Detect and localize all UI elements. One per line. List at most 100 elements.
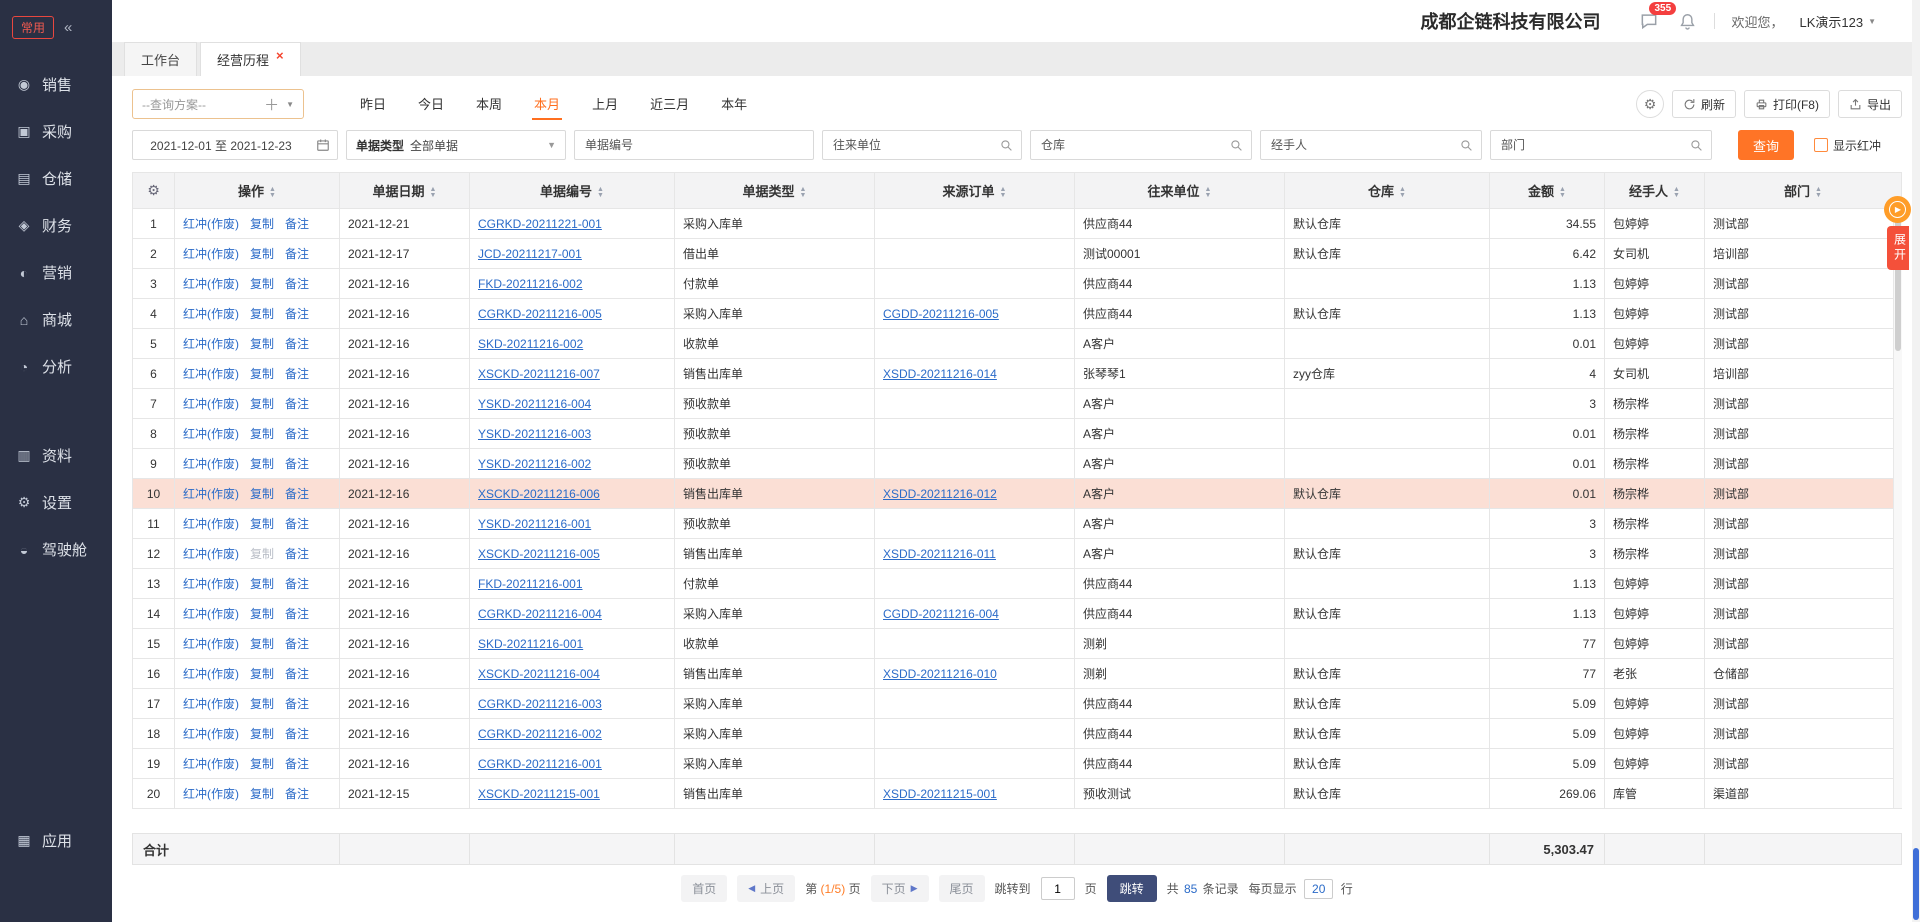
date-range-picker[interactable]: 2021-12-01 至 2021-12-23	[132, 130, 338, 160]
note-link[interactable]: 备注	[285, 577, 309, 591]
quick-range-5[interactable]: 近三月	[648, 88, 691, 120]
doc-no-link[interactable]: CGRKD-20211221-001	[478, 217, 602, 231]
redflush-link[interactable]: 红冲(作废)	[183, 397, 239, 411]
query-plan-select[interactable]: --查询方案-- ＋ ▼	[132, 89, 304, 119]
col-header-5[interactable]: 往来单位▲▼	[1075, 173, 1285, 209]
table-scrollbar[interactable]	[1893, 209, 1902, 808]
add-plan-icon[interactable]: ＋	[257, 94, 286, 115]
print-button[interactable]: 打印(F8)	[1744, 90, 1830, 118]
source-order-link[interactable]: XSDD-20211216-011	[883, 547, 996, 561]
quick-range-6[interactable]: 本年	[719, 88, 749, 120]
source-order-link[interactable]: XSDD-20211215-001	[883, 787, 997, 801]
copy-link[interactable]: 复制	[250, 367, 274, 381]
source-order-link[interactable]: CGDD-20211216-005	[883, 307, 999, 321]
doc-no-link[interactable]: XSCKD-20211216-006	[478, 487, 600, 501]
sort-icon[interactable]: ▲▼	[269, 187, 276, 199]
expand-button[interactable]: 展开	[1887, 226, 1909, 270]
tab-workbench[interactable]: 工作台	[124, 42, 197, 76]
user-menu[interactable]: LK演示123 ▼	[1799, 12, 1876, 31]
copy-link[interactable]: 复制	[250, 787, 274, 801]
col-header-7[interactable]: 金额▲▼	[1490, 173, 1605, 209]
source-order-link[interactable]: XSDD-20211216-014	[883, 367, 997, 381]
doc-no-link[interactable]: CGRKD-20211216-005	[478, 307, 602, 321]
doc-no-link[interactable]: CGRKD-20211216-004	[478, 607, 602, 621]
sidebar-item-cockpit[interactable]: ◒驾驶舱	[0, 526, 112, 573]
doc-no-link[interactable]: YSKD-20211216-004	[478, 397, 591, 411]
quick-range-1[interactable]: 今日	[416, 88, 446, 120]
redflush-link[interactable]: 红冲(作废)	[183, 307, 239, 321]
page-scrollbar-thumb[interactable]	[1913, 848, 1919, 920]
checkbox-icon[interactable]	[1814, 138, 1828, 152]
tab-business-history[interactable]: 经营历程 ×	[200, 42, 301, 76]
note-link[interactable]: 备注	[285, 667, 309, 681]
search-button[interactable]: 查询	[1738, 130, 1794, 160]
settings-gear-button[interactable]: ⚙	[1636, 90, 1664, 118]
pinned-menu-badge[interactable]: 常用	[12, 16, 54, 39]
copy-link[interactable]: 复制	[250, 337, 274, 351]
column-settings-gear-icon[interactable]: ⚙	[133, 173, 175, 209]
col-header-8[interactable]: 经手人▲▼	[1605, 173, 1705, 209]
note-link[interactable]: 备注	[285, 367, 309, 381]
sort-icon[interactable]: ▲▼	[800, 187, 807, 199]
redflush-link[interactable]: 红冲(作废)	[183, 667, 239, 681]
doc-no-link[interactable]: CGRKD-20211216-002	[478, 727, 602, 741]
copy-link[interactable]: 复制	[250, 757, 274, 771]
note-link[interactable]: 备注	[285, 757, 309, 771]
note-link[interactable]: 备注	[285, 517, 309, 531]
note-link[interactable]: 备注	[285, 247, 309, 261]
redflush-link[interactable]: 红冲(作废)	[183, 697, 239, 711]
redflush-link[interactable]: 红冲(作废)	[183, 517, 239, 531]
sort-icon[interactable]: ▲▼	[1399, 187, 1406, 199]
sort-icon[interactable]: ▲▼	[1000, 187, 1007, 199]
col-header-3[interactable]: 单据类型▲▼	[675, 173, 875, 209]
col-header-4[interactable]: 来源订单▲▼	[875, 173, 1075, 209]
note-link[interactable]: 备注	[285, 457, 309, 471]
sidebar-item-marketing[interactable]: ◐营销	[0, 249, 112, 296]
note-link[interactable]: 备注	[285, 307, 309, 321]
quick-range-3[interactable]: 本月	[532, 88, 562, 120]
copy-link[interactable]: 复制	[250, 247, 274, 261]
sort-icon[interactable]: ▲▼	[1673, 187, 1680, 199]
note-link[interactable]: 备注	[285, 697, 309, 711]
sort-icon[interactable]: ▲▼	[430, 187, 437, 199]
copy-link[interactable]: 复制	[250, 607, 274, 621]
sidebar-item-data[interactable]: ▥资料	[0, 432, 112, 479]
sidebar-collapse-icon[interactable]: «	[64, 19, 70, 36]
note-link[interactable]: 备注	[285, 217, 309, 231]
note-link[interactable]: 备注	[285, 787, 309, 801]
note-link[interactable]: 备注	[285, 607, 309, 621]
play-button[interactable]: ▶	[1884, 196, 1911, 223]
quick-range-0[interactable]: 昨日	[358, 88, 388, 120]
doc-no-link[interactable]: YSKD-20211216-003	[478, 427, 591, 441]
copy-link[interactable]: 复制	[250, 397, 274, 411]
sidebar-item-settings[interactable]: ⚙设置	[0, 479, 112, 526]
col-header-1[interactable]: 单据日期▲▼	[340, 173, 470, 209]
sidebar-item-analytics[interactable]: ◔分析	[0, 343, 112, 390]
col-header-2[interactable]: 单据编号▲▼	[470, 173, 675, 209]
sort-icon[interactable]: ▲▼	[1205, 187, 1212, 199]
copy-link[interactable]: 复制	[250, 217, 274, 231]
messages-icon[interactable]: 355	[1638, 10, 1660, 32]
doc-no-link[interactable]: XSCKD-20211216-004	[478, 667, 600, 681]
redflush-link[interactable]: 红冲(作废)	[183, 337, 239, 351]
redflush-link[interactable]: 红冲(作废)	[183, 787, 239, 801]
prev-page-button[interactable]: ◀ 上页	[737, 875, 795, 902]
sort-icon[interactable]: ▲▼	[1815, 187, 1822, 199]
source-order-link[interactable]: XSDD-20211216-012	[883, 487, 997, 501]
sort-icon[interactable]: ▲▼	[597, 187, 604, 199]
redflush-link[interactable]: 红冲(作废)	[183, 577, 239, 591]
close-icon[interactable]: ×	[276, 48, 284, 63]
handler-input[interactable]	[1269, 137, 1454, 153]
first-page-button[interactable]: 首页	[681, 875, 727, 902]
col-header-6[interactable]: 仓库▲▼	[1285, 173, 1490, 209]
redflush-link[interactable]: 红冲(作废)	[183, 277, 239, 291]
note-link[interactable]: 备注	[285, 547, 309, 561]
note-link[interactable]: 备注	[285, 277, 309, 291]
sidebar-item-sales[interactable]: ◉销售	[0, 61, 112, 108]
doc-no-link[interactable]: YSKD-20211216-002	[478, 457, 591, 471]
doc-no-link[interactable]: XSCKD-20211215-001	[478, 787, 600, 801]
col-header-0[interactable]: 操作▲▼	[175, 173, 340, 209]
redflush-link[interactable]: 红冲(作废)	[183, 757, 239, 771]
doc-no-link[interactable]: FKD-20211216-001	[478, 577, 583, 591]
show-reversed-checkbox[interactable]: 显示红冲	[1814, 137, 1881, 154]
